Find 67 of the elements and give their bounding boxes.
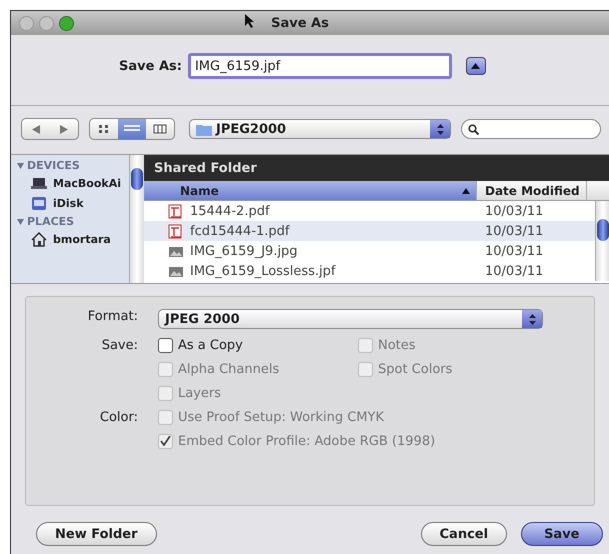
- folder-title: Shared Folder: [144, 155, 609, 181]
- folder-icon: [196, 122, 212, 136]
- up-down-arrows-icon: [528, 314, 536, 324]
- dialog-button[interactable]: New Folder: [36, 522, 157, 546]
- disclosure-triangle-icon[interactable]: [17, 162, 24, 168]
- scroll-bar[interactable]: [129, 155, 144, 283]
- option-label: Color:: [98, 410, 138, 425]
- format-label: Format:: [86, 309, 138, 326]
- left-arrow-icon: [32, 124, 40, 134]
- file-row[interactable]: fcd15444-1.pdf 10/03/11: [144, 221, 595, 241]
- sort-arrow-icon: [462, 188, 470, 194]
- right-arrow-icon: [60, 124, 68, 134]
- file-row[interactable]: IMG_6159_Lossless.jpf 10/03/11: [144, 261, 595, 281]
- file-date: 10/03/11: [484, 204, 544, 218]
- columns-icon: [153, 124, 167, 134]
- house-icon: [31, 232, 47, 247]
- sidebar-heading: DEVICES: [27, 159, 80, 172]
- dialog-button[interactable]: Cancel: [420, 522, 508, 546]
- checkbox[interactable]: [158, 338, 173, 353]
- file-name: IMG_6159_Lossless.jpf: [190, 264, 336, 278]
- column-header[interactable]: Name: [144, 181, 477, 200]
- image-file-icon: [168, 264, 184, 278]
- disclosure-triangle-icon[interactable]: [17, 218, 24, 224]
- sidebar-item[interactable]: MacBookAi: [53, 177, 121, 190]
- checkbox-label: Embed Color Profile: Adobe RGB (1998): [178, 434, 436, 449]
- option-label: Save:: [100, 338, 138, 353]
- list-icon: [124, 124, 140, 134]
- search-field[interactable]: [461, 119, 601, 139]
- mouse-pointer-icon: [245, 14, 255, 28]
- list-view-button[interactable]: [118, 119, 146, 139]
- search-icon: [468, 124, 479, 134]
- up-down-arrows-icon: [436, 124, 444, 134]
- location-popup[interactable]: JPEG2000: [189, 119, 451, 139]
- checkbox-label: Notes: [378, 338, 416, 353]
- laptop-icon: [31, 177, 47, 190]
- sidebar-heading: PLACES: [27, 215, 74, 228]
- checkbox-label: As a Copy: [178, 338, 243, 353]
- file-name: fcd15444-1.pdf: [190, 224, 290, 238]
- image-file-icon: [168, 244, 184, 258]
- scroll-bar[interactable]: [595, 201, 609, 281]
- save-button[interactable]: Save: [521, 522, 602, 546]
- checkbox-label: Use Proof Setup: Working CMYK: [178, 410, 384, 425]
- pdf-file-icon: [168, 204, 184, 218]
- window-title: Save As: [271, 16, 329, 30]
- pdf-file-icon: [168, 224, 184, 238]
- file-date: 10/03/11: [484, 264, 544, 278]
- file-name: 15444-2.pdf: [190, 204, 270, 218]
- file-date: 10/03/11: [484, 244, 544, 258]
- triangle-icon: [471, 63, 480, 69]
- file-row[interactable]: 15444-2.pdf 10/03/11: [144, 201, 595, 221]
- checkbox-label: Alpha Channels: [178, 362, 280, 377]
- grid-icon: [98, 124, 110, 134]
- sidebar-item[interactable]: iDisk: [53, 197, 84, 210]
- sidebar-item[interactable]: bmortara: [53, 233, 111, 246]
- file-name: IMG_6159_J9.jpg: [190, 244, 298, 258]
- navigation-control[interactable]: [21, 118, 79, 140]
- checkbox-label: Layers: [178, 386, 222, 401]
- zoom-button[interactable]: [59, 16, 74, 30]
- expand-button[interactable]: [466, 57, 486, 75]
- format-popup[interactable]: JPEG 2000: [158, 309, 543, 329]
- checkbox-label: Spot Colors: [378, 362, 452, 377]
- save-as-label: Save As:: [119, 58, 182, 74]
- file-date: 10/03/11: [484, 224, 544, 238]
- file-row[interactable]: IMG_6159_J9.jpg 10/03/11: [144, 241, 595, 261]
- column-header[interactable]: Date Modified: [477, 181, 587, 200]
- view-control[interactable]: [89, 118, 175, 140]
- filename-field[interactable]: IMG_6159.jpf: [188, 53, 452, 79]
